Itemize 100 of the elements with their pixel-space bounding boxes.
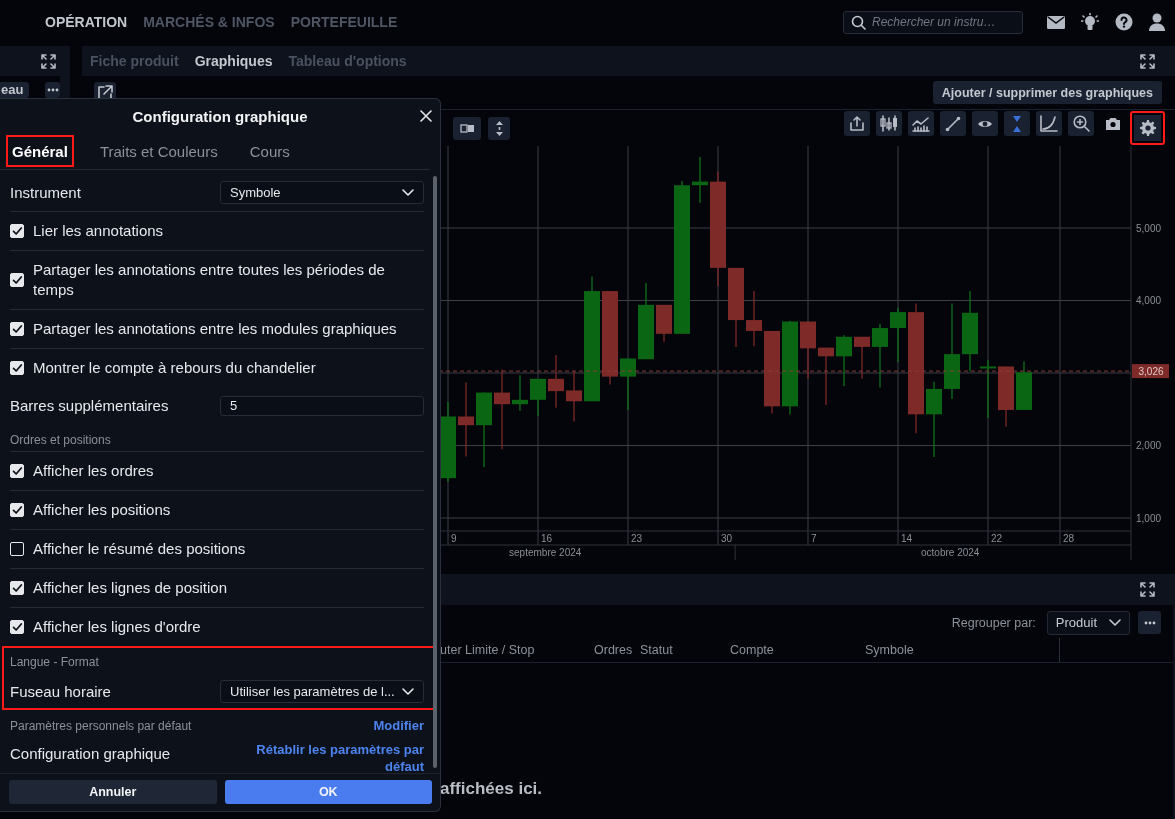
- empty-message: affichées ici.: [440, 779, 543, 799]
- bars-icon: [459, 121, 475, 135]
- candlestick: [746, 290, 762, 347]
- field-label: Barres supplémentaires: [10, 395, 169, 416]
- candlestick: [998, 365, 1014, 428]
- axis-label: 16: [541, 533, 553, 544]
- chevron-icon: [402, 189, 414, 196]
- setting-label: Configuration graphique: [10, 744, 171, 764]
- chart-tool-button[interactable]: [1036, 111, 1062, 136]
- reset-link[interactable]: Rétablir les paramètres par défaut: [234, 741, 424, 773]
- nav-tab[interactable]: OPÉRATION: [45, 14, 128, 30]
- edit-link[interactable]: Modifier: [373, 718, 424, 733]
- chart-tool-button[interactable]: [908, 111, 934, 136]
- search-icon: [851, 14, 866, 30]
- share-icon: [850, 116, 864, 131]
- expand-icon[interactable]: [41, 53, 56, 69]
- axis-label: 30: [721, 533, 733, 544]
- checkbox[interactable]: [10, 322, 24, 336]
- dialog-tab[interactable]: Traits et Couleurs: [93, 135, 224, 167]
- candlestick: [854, 336, 870, 380]
- axis-label: 2,000: [1136, 440, 1162, 451]
- checkbox-label: Montrer le compte à rebours du chandelier: [33, 358, 317, 378]
- candlestick: [1016, 360, 1032, 411]
- chart-tool-button[interactable]: [1130, 111, 1165, 145]
- axis-label: septembre 2024: [509, 547, 582, 558]
- axis-label: 1,000: [1136, 512, 1162, 524]
- checkbox-label: Afficher les lignes de position: [33, 578, 228, 598]
- lightbulb-icon[interactable]: [1081, 13, 1099, 31]
- checkbox-label: Partager les annotations entre toutes les périodes de temps: [33, 260, 386, 300]
- checkbox[interactable]: [10, 581, 24, 595]
- section-heading: Langue - Format: [10, 655, 99, 669]
- help-icon[interactable]: [1115, 13, 1133, 31]
- chart-tool-button[interactable]: [876, 111, 902, 136]
- candlestick: [836, 334, 852, 387]
- column-header: Compte: [730, 643, 775, 657]
- group-by-label: Regrouper par:: [951, 615, 1036, 630]
- user-icon[interactable]: [1149, 13, 1165, 31]
- column-header: uter Limite / Stop: [440, 643, 536, 657]
- mail-icon[interactable]: [1047, 14, 1065, 30]
- checkbox[interactable]: [10, 503, 24, 517]
- candlestick: [980, 359, 996, 419]
- more-icon: [45, 86, 60, 94]
- expand-icon[interactable]: [1140, 53, 1155, 69]
- axis-label: 4,000: [1136, 295, 1162, 306]
- checkbox[interactable]: [10, 273, 24, 287]
- field-label: Fuseau horaire: [10, 681, 111, 702]
- panel-tab[interactable]: Graphiques: [194, 53, 273, 69]
- expand-icon[interactable]: [1140, 582, 1155, 597]
- toolbar-button[interactable]: eau: [0, 82, 30, 98]
- checkbox[interactable]: [10, 224, 24, 238]
- column-header: Ordres: [594, 643, 634, 657]
- cancel-button[interactable]: Annuler: [9, 780, 217, 804]
- checkbox-label: Afficher les positions: [33, 500, 172, 520]
- scrollbar[interactable]: [433, 176, 437, 768]
- chart-tool-button[interactable]: [1068, 111, 1094, 136]
- axis-label: 23: [631, 533, 643, 544]
- axis-label: 14: [901, 533, 913, 544]
- candlestick: [530, 378, 546, 417]
- column-header: Symbole: [865, 643, 915, 657]
- settings-icon: [1139, 120, 1156, 136]
- dropdown[interactable]: Utiliser les paramètres de l...: [220, 680, 424, 703]
- line-tool-icon: [945, 115, 961, 132]
- close-button[interactable]: [420, 110, 432, 122]
- candlestick: [818, 347, 834, 406]
- axis-label: 9: [451, 533, 457, 544]
- candlestick: [548, 354, 564, 409]
- checkbox[interactable]: [10, 361, 24, 375]
- checkbox-label: Afficher les ordres: [33, 461, 155, 481]
- number-field[interactable]: 5: [220, 395, 424, 416]
- chart-tool-button[interactable]: [972, 111, 998, 136]
- dialog-tab[interactable]: Général: [6, 135, 74, 167]
- chart-tool-button[interactable]: [453, 116, 481, 140]
- checkbox[interactable]: [10, 620, 24, 634]
- checkbox-label: Partager les annotations entre les modules graphiques: [33, 319, 398, 339]
- axis-label: octobre 2024: [921, 547, 980, 558]
- checkbox[interactable]: [10, 464, 24, 478]
- dialog-title: Configuration graphique: [132, 107, 308, 125]
- dropdown[interactable]: Symbole: [220, 181, 424, 204]
- candlestick: [620, 357, 636, 411]
- chart-tool-button[interactable]: [488, 116, 510, 140]
- axis-label: 28: [1063, 533, 1075, 544]
- section-heading: Ordres et positions: [10, 433, 111, 447]
- checkbox[interactable]: [10, 542, 24, 556]
- field-label: Instrument: [10, 182, 81, 203]
- more-button[interactable]: [45, 82, 60, 98]
- add-charts-button[interactable]: Ajouter / supprimer des graphiques: [932, 81, 1162, 104]
- more-button[interactable]: [1138, 611, 1161, 634]
- candlestick: [566, 370, 582, 423]
- axis-label: 22: [991, 533, 1003, 544]
- price-tag: 3,026: [1132, 364, 1169, 379]
- candlestick: [872, 323, 888, 389]
- search-field[interactable]: Rechercher un instru…: [843, 10, 1023, 34]
- dialog-tab[interactable]: Cours: [243, 135, 296, 167]
- zoom-icon: [1072, 115, 1090, 132]
- candlestick: [890, 307, 906, 363]
- chart-tool-button[interactable]: [940, 111, 966, 136]
- group-by-dropdown[interactable]: Produit: [1046, 610, 1130, 635]
- section-heading: Paramètres personnels par défaut: [10, 719, 192, 733]
- hourglass-icon: [1012, 115, 1022, 132]
- chart-tool-button[interactable]: [844, 111, 870, 136]
